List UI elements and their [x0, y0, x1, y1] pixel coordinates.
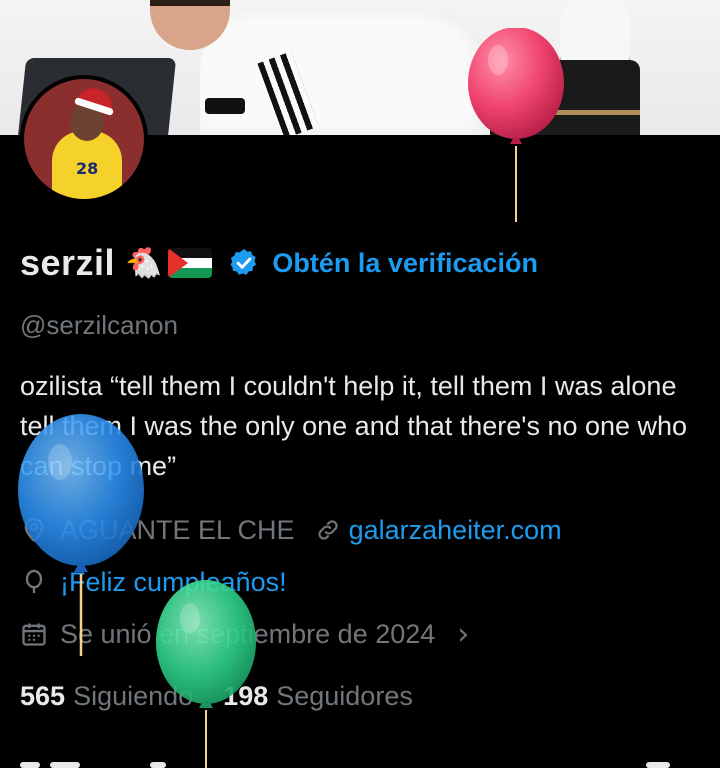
link-icon [317, 520, 338, 540]
banner-shirt [200, 10, 490, 135]
banner-player-hair [150, 0, 230, 6]
banner-shirt-cuff [205, 98, 245, 114]
palestine-flag-icon [168, 248, 213, 278]
name-row: serzil 🐔 Obtén la verificación [20, 238, 538, 288]
chicken-emoji: 🐔 [125, 245, 163, 281]
user-handle: @serzilcanon [20, 310, 178, 340]
website-link[interactable]: galarzaheiter.com [349, 515, 562, 546]
green-balloon [156, 580, 256, 768]
chevron-right-icon[interactable]: › [457, 617, 469, 652]
avatar-jersey-number: 28 [76, 159, 99, 178]
followers-label: Seguidores [276, 680, 413, 711]
cutoff-content [20, 752, 700, 768]
blue-balloon [18, 414, 144, 656]
avatar-image: 28 [24, 79, 144, 199]
display-name: serzil [20, 242, 116, 283]
following-count: 565 [20, 680, 66, 711]
get-verified-link[interactable]: Obtén la verificación [272, 248, 538, 279]
avatar[interactable]: 28 [20, 75, 148, 203]
pink-balloon [468, 28, 564, 222]
verified-badge-icon[interactable] [228, 247, 260, 279]
